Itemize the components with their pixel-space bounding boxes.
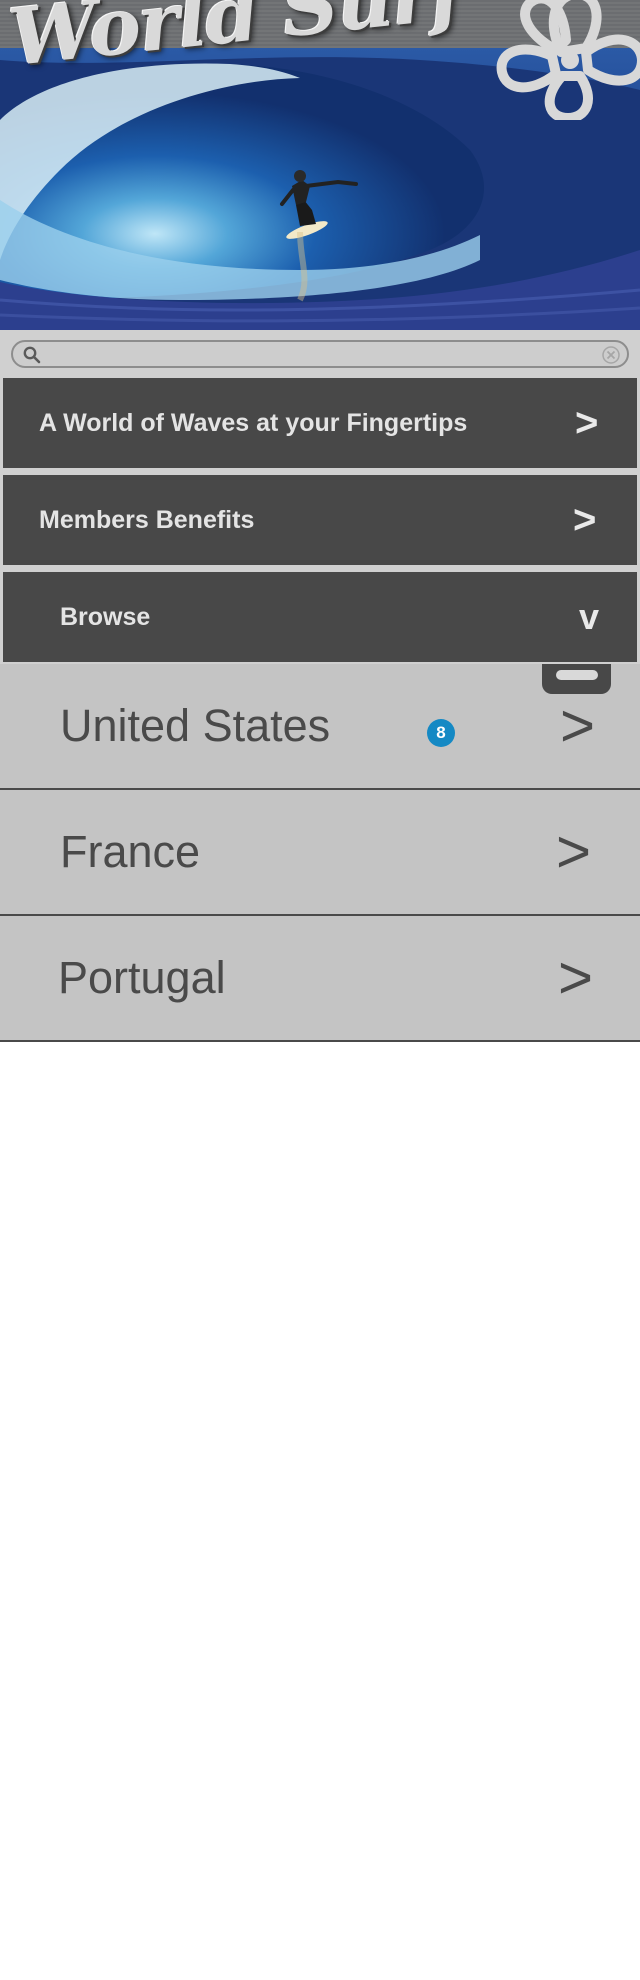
- country-list: United States 8 > France > Portugal >: [0, 664, 640, 1042]
- main-menu: A World of Waves at your Fingertips > Me…: [0, 378, 640, 664]
- chevron-right-icon: >: [575, 401, 599, 445]
- list-item-portugal[interactable]: Portugal >: [0, 916, 640, 1042]
- grip-bar: [556, 670, 598, 680]
- menu-item-label: Browse: [60, 603, 151, 631]
- search-input[interactable]: [47, 344, 611, 366]
- menu-item-label: A World of Waves at your Fingertips: [39, 409, 468, 437]
- search-field[interactable]: [11, 340, 629, 368]
- menu-item-world-of-waves[interactable]: A World of Waves at your Fingertips >: [3, 378, 637, 468]
- menu-item-browse[interactable]: Browse v: [3, 572, 637, 662]
- list-item-united-states[interactable]: United States 8 >: [0, 664, 640, 790]
- chevron-right-icon: >: [558, 944, 594, 1011]
- country-name: United States: [60, 700, 331, 751]
- country-name: France: [60, 826, 201, 877]
- menu-item-label: Members Benefits: [39, 506, 255, 534]
- list-item-france[interactable]: France >: [0, 790, 640, 916]
- search-icon: [23, 346, 41, 364]
- country-name: Portugal: [58, 952, 226, 1003]
- pull-tab-handle[interactable]: [542, 664, 611, 694]
- chevron-right-icon: >: [556, 818, 592, 885]
- search-bar: [0, 330, 640, 378]
- chevron-right-icon: >: [573, 498, 597, 542]
- hibiscus-flower-icon: [496, 0, 640, 120]
- chevron-down-icon: v: [579, 596, 600, 637]
- count-badge: 8: [427, 719, 455, 747]
- clear-icon[interactable]: [601, 345, 621, 365]
- header-banner: World Surf: [0, 0, 640, 330]
- menu-item-members-benefits[interactable]: Members Benefits >: [3, 475, 637, 565]
